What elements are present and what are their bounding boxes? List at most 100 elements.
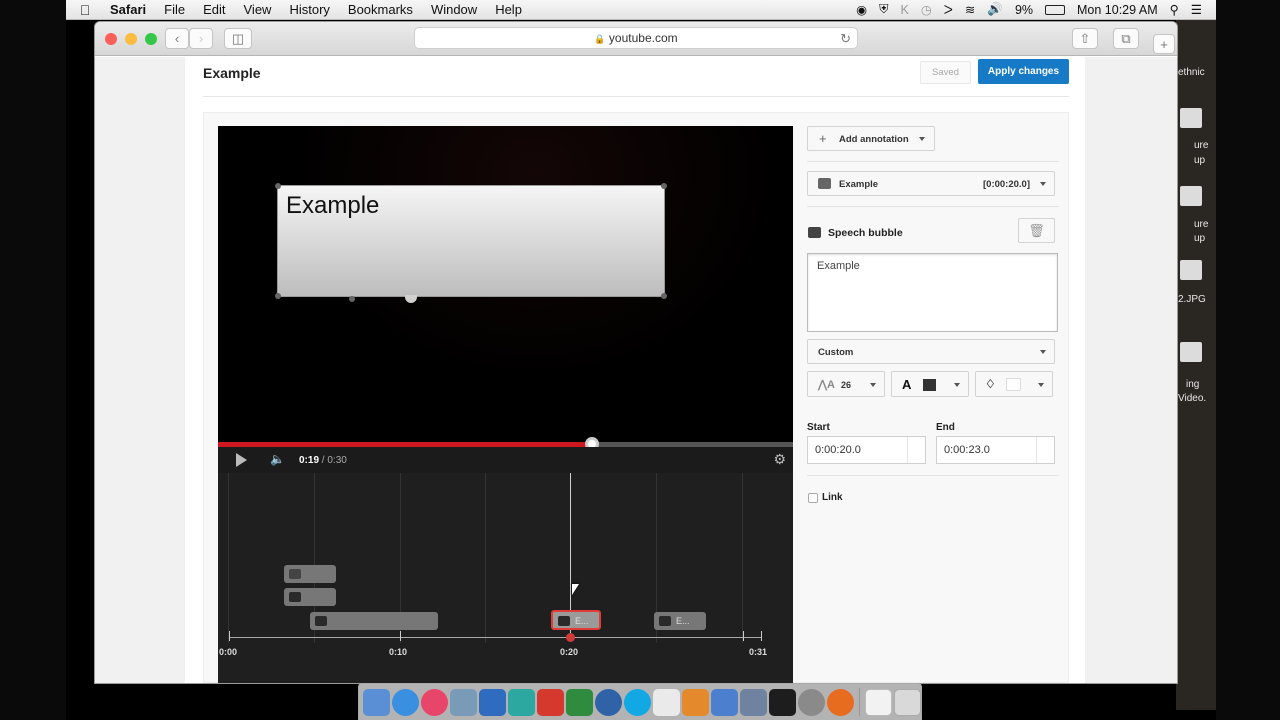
app-icon[interactable] bbox=[740, 688, 767, 716]
firefox-icon[interactable] bbox=[827, 688, 854, 716]
media-icon[interactable] bbox=[682, 688, 709, 716]
chevron-down-icon bbox=[954, 383, 960, 387]
play-icon[interactable] bbox=[236, 453, 247, 467]
forward-button[interactable]: › bbox=[189, 28, 213, 49]
end-time-stepper[interactable] bbox=[1036, 437, 1054, 463]
menu-help[interactable]: Help bbox=[486, 2, 531, 17]
speech-bubble-icon bbox=[808, 227, 821, 238]
style-select[interactable]: Custom bbox=[807, 339, 1055, 364]
grid-line bbox=[742, 473, 743, 643]
timeline-clip-note[interactable] bbox=[284, 588, 336, 606]
k-icon[interactable]: K bbox=[900, 3, 908, 17]
shield-icon[interactable]: ⛨ bbox=[879, 2, 888, 17]
volume-icon[interactable]: 🔈 bbox=[270, 452, 285, 466]
desktop-file-icon[interactable] bbox=[1180, 342, 1202, 362]
background-color-select[interactable]: ♢ bbox=[975, 371, 1053, 397]
bluetooth-icon[interactable]: ᐳ bbox=[944, 2, 953, 17]
axis-tick bbox=[229, 631, 230, 641]
trash-icon[interactable] bbox=[894, 688, 921, 716]
skype-icon[interactable] bbox=[624, 688, 651, 716]
battery-percent[interactable]: 9% bbox=[1015, 3, 1033, 17]
add-annotation-button[interactable]: + Add annotation bbox=[807, 126, 935, 151]
delete-annotation-button[interactable]: 🗑 bbox=[1018, 218, 1055, 243]
tabs-overview-icon[interactable]: ⧉ bbox=[1113, 28, 1139, 49]
wifi-icon[interactable]: ≋ bbox=[965, 2, 975, 17]
preview-icon[interactable] bbox=[450, 688, 477, 716]
desktop-file-icon[interactable] bbox=[1180, 260, 1202, 280]
menu-bookmarks[interactable]: Bookmarks bbox=[339, 2, 422, 17]
new-tab-button[interactable]: + bbox=[1153, 34, 1175, 54]
annotation-select[interactable]: Example [0:00:20.0] bbox=[807, 171, 1055, 196]
clock[interactable]: Mon 10:29 AM bbox=[1077, 3, 1158, 17]
desktop-background: ethnic ure up ure up 2.JPG ing Video. bbox=[1176, 20, 1216, 710]
close-window-button[interactable] bbox=[105, 33, 117, 45]
textedit-icon[interactable] bbox=[653, 688, 680, 716]
lync-icon[interactable] bbox=[508, 688, 535, 716]
finder-icon[interactable] bbox=[363, 688, 390, 716]
annotation-text-input[interactable]: Example bbox=[807, 253, 1058, 332]
saved-button[interactable]: Saved bbox=[920, 61, 971, 84]
resize-handle[interactable] bbox=[661, 183, 667, 189]
apply-changes-button[interactable]: Apply changes bbox=[978, 59, 1069, 84]
annotation-timeline[interactable]: E... E... 0:00 0:10 0:20 0:31 bbox=[218, 473, 793, 683]
resize-handle[interactable] bbox=[275, 293, 281, 299]
speech-bubble-icon bbox=[558, 616, 570, 626]
menu-edit[interactable]: Edit bbox=[194, 2, 234, 17]
back-button[interactable]: ‹ bbox=[165, 28, 189, 49]
menu-window[interactable]: Window bbox=[422, 2, 486, 17]
record-icon[interactable]: ◉ bbox=[856, 2, 867, 17]
page-title: Example bbox=[203, 65, 261, 81]
battery-icon[interactable] bbox=[1045, 4, 1066, 15]
downloads-icon[interactable] bbox=[865, 688, 892, 716]
address-bar[interactable]: 🔒 youtube.com ↻ bbox=[414, 27, 858, 49]
desktop-file-icon[interactable] bbox=[1180, 186, 1202, 206]
app-icon[interactable] bbox=[711, 688, 738, 716]
minimize-window-button[interactable] bbox=[125, 33, 137, 45]
end-time-input[interactable]: 0:00:23.0 bbox=[936, 436, 1055, 464]
start-time-value: 0:00:20.0 bbox=[815, 444, 861, 456]
word-icon[interactable] bbox=[479, 688, 506, 716]
start-time-input[interactable]: 0:00:20.0 bbox=[807, 436, 926, 464]
internet-explorer-icon[interactable] bbox=[595, 688, 622, 716]
timeline-clip-selected[interactable]: E... bbox=[551, 610, 601, 630]
speech-bubble-annotation[interactable]: Example bbox=[275, 183, 667, 303]
timeline-clip-speech[interactable] bbox=[310, 612, 438, 630]
kindle-icon[interactable] bbox=[769, 688, 796, 716]
menu-view[interactable]: View bbox=[235, 2, 281, 17]
notification-center-icon[interactable]: ☰ bbox=[1191, 2, 1202, 17]
desktop-file-label: ure bbox=[1194, 219, 1209, 230]
axis-label: 0:10 bbox=[389, 647, 408, 657]
resize-handle[interactable] bbox=[661, 293, 667, 299]
tail-handle[interactable] bbox=[349, 296, 355, 302]
link-label: Link bbox=[822, 492, 843, 503]
spotlight-icon[interactable]: ⚲ bbox=[1170, 2, 1179, 17]
system-preferences-icon[interactable] bbox=[798, 688, 825, 716]
itunes-icon[interactable] bbox=[421, 688, 448, 716]
time-machine-icon[interactable]: ◷ bbox=[921, 2, 932, 17]
timeline-playhead[interactable] bbox=[566, 633, 575, 642]
menu-history[interactable]: History bbox=[280, 2, 338, 17]
reload-icon[interactable]: ↻ bbox=[840, 28, 851, 49]
left-black-bar bbox=[0, 0, 66, 720]
link-checkbox[interactable] bbox=[808, 493, 818, 503]
powerpoint-icon[interactable] bbox=[537, 688, 564, 716]
text-color-select[interactable]: A bbox=[891, 371, 969, 397]
desktop-file-icon[interactable] bbox=[1180, 108, 1202, 128]
menu-file[interactable]: File bbox=[155, 2, 194, 17]
video-canvas[interactable]: Example bbox=[218, 126, 793, 444]
fullscreen-window-button[interactable] bbox=[145, 33, 157, 45]
timeline-clip[interactable]: E... bbox=[654, 612, 706, 630]
resize-handle[interactable] bbox=[275, 183, 281, 189]
safari-icon[interactable] bbox=[392, 688, 419, 716]
apple-menu-icon[interactable]:  bbox=[66, 2, 104, 18]
speech-bubble-icon bbox=[659, 616, 671, 626]
font-size-select[interactable]: ⋀A 26 bbox=[807, 371, 885, 397]
start-time-stepper[interactable] bbox=[907, 437, 925, 463]
gear-icon[interactable]: ⚙ bbox=[773, 451, 786, 468]
volume-icon[interactable]: 🔊 bbox=[987, 2, 1003, 17]
excel-icon[interactable] bbox=[566, 688, 593, 716]
share-icon[interactable]: ⇧ bbox=[1072, 28, 1098, 49]
timeline-clip-title[interactable] bbox=[284, 565, 336, 583]
menu-app-name[interactable]: Safari bbox=[104, 2, 155, 17]
sidebar-toggle-icon[interactable]: ◫ bbox=[224, 28, 252, 49]
